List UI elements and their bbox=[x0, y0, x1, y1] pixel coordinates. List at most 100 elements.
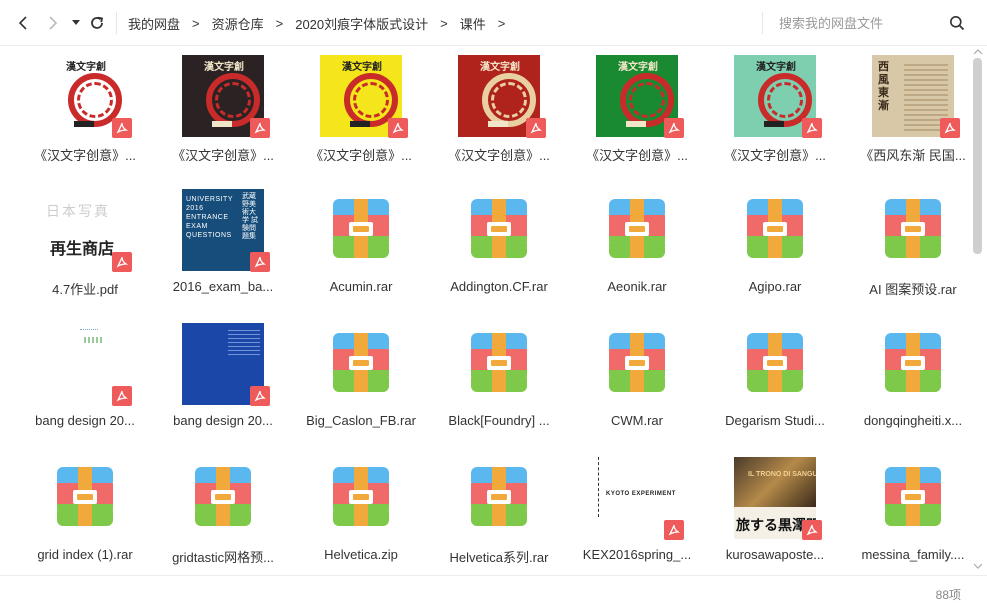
chevron-left-icon bbox=[18, 16, 27, 30]
file-grid: 漢文字創 《汉文字创意》... 漢文字創 《汉文字创意》... 漢文字創 《汉文… bbox=[16, 47, 970, 574]
file-name: CWM.rar bbox=[611, 413, 663, 428]
pdf-badge-icon bbox=[802, 118, 822, 138]
breadcrumb-separator: > bbox=[275, 15, 284, 31]
pdf-badge-icon bbox=[250, 252, 270, 272]
file-name: 《西风东渐 民国... bbox=[860, 148, 966, 163]
archive-file-icon bbox=[885, 199, 941, 258]
file-name: gridtastic网格预... bbox=[172, 550, 274, 565]
refresh-icon bbox=[91, 16, 104, 29]
archive-file-item[interactable]: messina_family.... bbox=[844, 449, 970, 574]
chevron-right-icon bbox=[49, 16, 58, 30]
archive-file-icon bbox=[333, 333, 389, 392]
history-dropdown-button[interactable] bbox=[67, 13, 85, 33]
vertical-scrollbar[interactable] bbox=[970, 47, 986, 574]
pdf-badge-icon bbox=[664, 520, 684, 540]
archive-file-item[interactable]: Black[Foundry] ... bbox=[430, 315, 568, 449]
archive-file-icon bbox=[747, 333, 803, 392]
breadcrumb-separator: > bbox=[440, 15, 448, 31]
breadcrumb-item-root[interactable]: 我的网盘 bbox=[128, 14, 180, 33]
pdf-file-item[interactable]: bang design 20... bbox=[16, 315, 154, 449]
search-button[interactable] bbox=[949, 15, 965, 31]
archive-file-item[interactable]: Helvetica.zip bbox=[292, 449, 430, 574]
file-name: messina_family.... bbox=[861, 547, 965, 562]
search-icon bbox=[950, 16, 965, 31]
archive-file-item[interactable]: Big_Caslon_FB.rar bbox=[292, 315, 430, 449]
archive-file-icon bbox=[471, 333, 527, 392]
archive-file-icon bbox=[609, 333, 665, 392]
breadcrumb-item-courseware[interactable]: 课件 bbox=[460, 14, 486, 33]
archive-file-icon bbox=[333, 467, 389, 526]
pdf-file-item[interactable]: 漢文字創 《汉文字创意》... bbox=[706, 47, 844, 181]
scrollbar-thumb[interactable] bbox=[973, 58, 982, 254]
pdf-file-item[interactable]: 漢文字創 《汉文字创意》... bbox=[568, 47, 706, 181]
file-name: Helvetica.zip bbox=[324, 547, 398, 562]
pdf-file-item[interactable]: UNIVERSITY 2016 ENTRANCE EXAM QUESTIONS … bbox=[154, 181, 292, 315]
scroll-up-arrow-icon[interactable] bbox=[974, 49, 982, 55]
file-name: 2016_exam_ba... bbox=[172, 279, 274, 294]
file-grid-area: 漢文字創 《汉文字创意》... 漢文字創 《汉文字创意》... 漢文字創 《汉文… bbox=[0, 47, 970, 574]
pdf-badge-icon bbox=[250, 386, 270, 406]
archive-file-item[interactable]: Helvetica系列.rar bbox=[430, 449, 568, 574]
archive-file-item[interactable]: CWM.rar bbox=[568, 315, 706, 449]
pdf-file-item[interactable]: IL TRONO DI SANGUE 旅する黒澤明 kurosawaposte.… bbox=[706, 449, 844, 574]
archive-file-icon bbox=[57, 467, 113, 526]
forward-button[interactable] bbox=[43, 13, 63, 33]
item-count: 88项 bbox=[935, 588, 961, 602]
archive-file-icon bbox=[195, 467, 251, 526]
pdf-file-item[interactable]: bang design 20... bbox=[154, 315, 292, 449]
file-name: Aeonik.rar bbox=[607, 279, 667, 294]
archive-file-icon bbox=[885, 333, 941, 392]
status-bar: 88项 bbox=[0, 575, 987, 611]
pdf-file-item[interactable]: 漢文字創 《汉文字创意》... bbox=[16, 47, 154, 181]
pdf-file-item[interactable]: 西風東漸 《西风东渐 民国... bbox=[844, 47, 970, 181]
pdf-file-item[interactable]: 漢文字創 《汉文字创意》... bbox=[292, 47, 430, 181]
pdf-badge-icon bbox=[388, 118, 408, 138]
archive-file-icon bbox=[471, 467, 527, 526]
breadcrumb-expand-separator[interactable]: > bbox=[498, 16, 506, 31]
breadcrumb-separator: > bbox=[192, 15, 200, 31]
archive-file-item[interactable]: Aeonik.rar bbox=[568, 181, 706, 315]
file-name: dongqingheiti.x... bbox=[863, 413, 963, 428]
breadcrumb-item-course[interactable]: 2020刘痕字体版式设计 bbox=[295, 14, 428, 33]
search-input[interactable] bbox=[779, 14, 939, 32]
archive-file-item[interactable]: AI 图案预设.rar bbox=[844, 181, 970, 315]
top-toolbar: 我的网盘 > 资源仓库 > 2020刘痕字体版式设计 > 课件 > bbox=[0, 0, 987, 46]
back-button[interactable] bbox=[13, 13, 33, 33]
file-name: 4.7作业.pdf bbox=[52, 282, 118, 297]
breadcrumb-item-resources[interactable]: 资源仓库 bbox=[212, 14, 264, 33]
pdf-file-item[interactable]: 漢文字創 《汉文字创意》... bbox=[154, 47, 292, 181]
archive-file-icon bbox=[471, 199, 527, 258]
file-name: Agipo.rar bbox=[748, 279, 802, 294]
pdf-file-item[interactable]: KYOTO EXPERIMENT KEX2016spring_... bbox=[568, 449, 706, 574]
file-name: 《汉文字创意》... bbox=[724, 148, 826, 163]
archive-file-item[interactable]: gridtastic网格预... bbox=[154, 449, 292, 574]
pdf-file-item[interactable]: 日本写真 再生商店 4.7作业.pdf bbox=[16, 181, 154, 315]
file-name: 《汉文字创意》... bbox=[172, 148, 274, 163]
pdf-badge-icon bbox=[802, 520, 822, 540]
pdf-badge-icon bbox=[112, 386, 132, 406]
file-name: 《汉文字创意》... bbox=[586, 148, 688, 163]
pdf-badge-icon bbox=[664, 118, 684, 138]
file-name: bang design 20... bbox=[173, 413, 273, 428]
pdf-badge-icon bbox=[526, 118, 546, 138]
caret-down-icon bbox=[72, 20, 80, 25]
archive-file-item[interactable]: Agipo.rar bbox=[706, 181, 844, 315]
file-name: Degarism Studi... bbox=[725, 413, 825, 428]
file-name: kurosawaposte... bbox=[725, 547, 825, 562]
archive-file-item[interactable]: Degarism Studi... bbox=[706, 315, 844, 449]
file-name: 《汉文字创意》... bbox=[448, 148, 550, 163]
archive-file-item[interactable]: dongqingheiti.x... bbox=[844, 315, 970, 449]
file-name: bang design 20... bbox=[35, 413, 135, 428]
archive-file-item[interactable]: grid index (1).rar bbox=[16, 449, 154, 574]
file-name: Addington.CF.rar bbox=[450, 279, 548, 294]
pdf-file-item[interactable]: 漢文字創 《汉文字创意》... bbox=[430, 47, 568, 181]
file-name: Helvetica系列.rar bbox=[449, 550, 549, 565]
archive-file-icon bbox=[885, 467, 941, 526]
pdf-badge-icon bbox=[112, 252, 132, 272]
archive-file-item[interactable]: Addington.CF.rar bbox=[430, 181, 568, 315]
scroll-down-arrow-icon[interactable] bbox=[974, 563, 982, 569]
archive-file-item[interactable]: Acumin.rar bbox=[292, 181, 430, 315]
toolbar-divider bbox=[116, 12, 117, 34]
refresh-button[interactable] bbox=[87, 13, 107, 33]
pdf-badge-icon bbox=[250, 118, 270, 138]
